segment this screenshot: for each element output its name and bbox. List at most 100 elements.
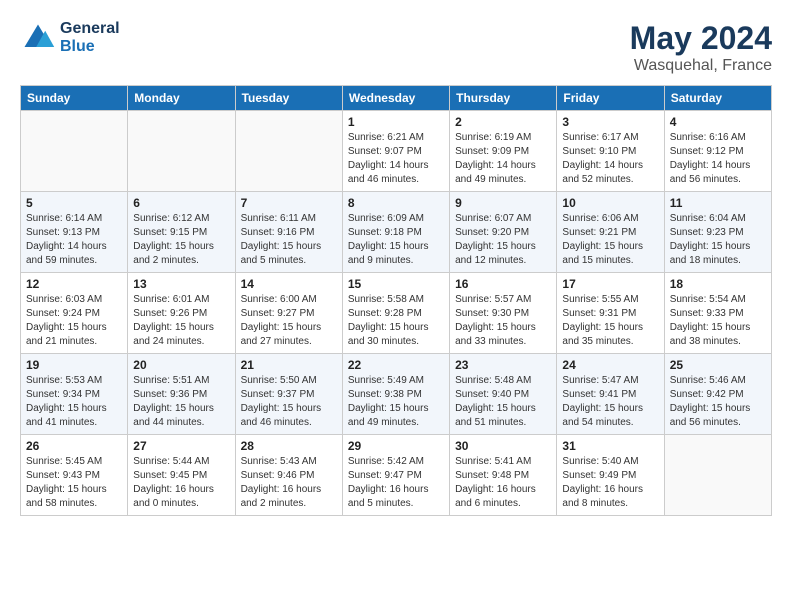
day-info: Sunrise: 6:11 AMSunset: 9:16 PMDaylight:… bbox=[241, 212, 337, 268]
day-number: 9 bbox=[455, 196, 551, 210]
calendar-cell: 23 Sunrise: 5:48 AMSunset: 9:40 PMDayligh… bbox=[450, 354, 557, 435]
day-number: 5 bbox=[26, 196, 122, 210]
day-number: 15 bbox=[348, 277, 444, 291]
day-info: Sunrise: 6:01 AMSunset: 9:26 PMDaylight:… bbox=[133, 293, 229, 349]
calendar-cell: 30 Sunrise: 5:41 AMSunset: 9:48 PMDayligh… bbox=[450, 435, 557, 516]
calendar-cell: 28 Sunrise: 5:43 AMSunset: 9:46 PMDayligh… bbox=[235, 435, 342, 516]
day-info: Sunrise: 5:51 AMSunset: 9:36 PMDaylight:… bbox=[133, 374, 229, 430]
calendar-cell: 10 Sunrise: 6:06 AMSunset: 9:21 PMDayligh… bbox=[557, 192, 664, 273]
calendar-table: SundayMondayTuesdayWednesdayThursdayFrid… bbox=[20, 85, 772, 516]
day-info: Sunrise: 5:45 AMSunset: 9:43 PMDaylight:… bbox=[26, 455, 122, 511]
day-info: Sunrise: 6:21 AMSunset: 9:07 PMDaylight:… bbox=[348, 131, 444, 187]
day-number: 3 bbox=[562, 115, 658, 129]
calendar-cell: 27Sunrise: 5:44 AMSunset: 9:45 PMDayligh… bbox=[128, 435, 235, 516]
calendar-cell: 25 Sunrise: 5:46 AMSunset: 9:42 PMDayligh… bbox=[664, 354, 771, 435]
day-info: Sunrise: 5:53 AMSunset: 9:34 PMDaylight:… bbox=[26, 374, 122, 430]
day-number: 10 bbox=[562, 196, 658, 210]
day-info: Sunrise: 6:19 AMSunset: 9:09 PMDaylight:… bbox=[455, 131, 551, 187]
weekday-header-row: SundayMondayTuesdayWednesdayThursdayFrid… bbox=[21, 86, 772, 111]
calendar-cell: 1Sunrise: 6:21 AMSunset: 9:07 PMDaylight… bbox=[342, 111, 449, 192]
calendar-cell: 9Sunrise: 6:07 AMSunset: 9:20 PMDaylight… bbox=[450, 192, 557, 273]
day-info: Sunrise: 5:55 AMSunset: 9:31 PMDaylight:… bbox=[562, 293, 658, 349]
calendar-cell: 6 Sunrise: 6:12 AMSunset: 9:15 PMDaylight… bbox=[128, 192, 235, 273]
day-number: 7 bbox=[241, 196, 337, 210]
calendar-cell: 19 Sunrise: 5:53 AMSunset: 9:34 PMDayligh… bbox=[21, 354, 128, 435]
calendar-cell: 12 Sunrise: 6:03 AMSunset: 9:24 PMDayligh… bbox=[21, 273, 128, 354]
calendar-cell: 20Sunrise: 5:51 AMSunset: 9:36 PMDayligh… bbox=[128, 354, 235, 435]
calendar-cell: 5 Sunrise: 6:14 AMSunset: 9:13 PMDaylight… bbox=[21, 192, 128, 273]
day-number: 28 bbox=[241, 439, 337, 453]
day-number: 23 bbox=[455, 358, 551, 372]
day-info: Sunrise: 6:16 AMSunset: 9:12 PMDaylight:… bbox=[670, 131, 766, 187]
day-number: 2 bbox=[455, 115, 551, 129]
day-info: Sunrise: 6:06 AMSunset: 9:21 PMDaylight:… bbox=[562, 212, 658, 268]
day-info: Sunrise: 6:04 AMSunset: 9:23 PMDaylight:… bbox=[670, 212, 766, 268]
calendar-cell: 29 Sunrise: 5:42 AMSunset: 9:47 PMDayligh… bbox=[342, 435, 449, 516]
calendar-cell: 31Sunrise: 5:40 AMSunset: 9:49 PMDayligh… bbox=[557, 435, 664, 516]
calendar-week-row: 26 Sunrise: 5:45 AMSunset: 9:43 PMDayligh… bbox=[21, 435, 772, 516]
day-number: 14 bbox=[241, 277, 337, 291]
logo-icon bbox=[20, 20, 56, 56]
day-info: Sunrise: 5:57 AMSunset: 9:30 PMDaylight:… bbox=[455, 293, 551, 349]
day-info: Sunrise: 6:14 AMSunset: 9:13 PMDaylight:… bbox=[26, 212, 122, 268]
day-info: Sunrise: 5:50 AMSunset: 9:37 PMDaylight:… bbox=[241, 374, 337, 430]
calendar-cell: 8 Sunrise: 6:09 AMSunset: 9:18 PMDaylight… bbox=[342, 192, 449, 273]
calendar-cell: 4 Sunrise: 6:16 AMSunset: 9:12 PMDaylight… bbox=[664, 111, 771, 192]
calendar-cell bbox=[21, 111, 128, 192]
month-title: May 2024 bbox=[630, 20, 772, 57]
day-info: Sunrise: 5:46 AMSunset: 9:42 PMDaylight:… bbox=[670, 374, 766, 430]
day-number: 8 bbox=[348, 196, 444, 210]
day-number: 22 bbox=[348, 358, 444, 372]
calendar-cell: 21 Sunrise: 5:50 AMSunset: 9:37 PMDayligh… bbox=[235, 354, 342, 435]
day-info: Sunrise: 6:12 AMSunset: 9:15 PMDaylight:… bbox=[133, 212, 229, 268]
day-number: 12 bbox=[26, 277, 122, 291]
weekday-header: Wednesday bbox=[342, 86, 449, 111]
day-number: 25 bbox=[670, 358, 766, 372]
day-number: 13 bbox=[133, 277, 229, 291]
day-info: Sunrise: 5:43 AMSunset: 9:46 PMDaylight:… bbox=[241, 455, 337, 511]
calendar-cell: 3 Sunrise: 6:17 AMSunset: 9:10 PMDaylight… bbox=[557, 111, 664, 192]
calendar-week-row: 1Sunrise: 6:21 AMSunset: 9:07 PMDaylight… bbox=[21, 111, 772, 192]
day-info: Sunrise: 5:47 AMSunset: 9:41 PMDaylight:… bbox=[562, 374, 658, 430]
day-info: Sunrise: 5:49 AMSunset: 9:38 PMDaylight:… bbox=[348, 374, 444, 430]
day-number: 11 bbox=[670, 196, 766, 210]
day-info: Sunrise: 6:09 AMSunset: 9:18 PMDaylight:… bbox=[348, 212, 444, 268]
calendar-week-row: 5 Sunrise: 6:14 AMSunset: 9:13 PMDaylight… bbox=[21, 192, 772, 273]
calendar-cell: 16Sunrise: 5:57 AMSunset: 9:30 PMDayligh… bbox=[450, 273, 557, 354]
day-info: Sunrise: 5:58 AMSunset: 9:28 PMDaylight:… bbox=[348, 293, 444, 349]
day-info: Sunrise: 5:41 AMSunset: 9:48 PMDaylight:… bbox=[455, 455, 551, 511]
page-header: General Blue May 2024 Wasquehal, France bbox=[20, 20, 772, 75]
weekday-header: Thursday bbox=[450, 86, 557, 111]
day-info: Sunrise: 5:48 AMSunset: 9:40 PMDaylight:… bbox=[455, 374, 551, 430]
day-info: Sunrise: 6:00 AMSunset: 9:27 PMDaylight:… bbox=[241, 293, 337, 349]
weekday-header: Sunday bbox=[21, 86, 128, 111]
day-number: 6 bbox=[133, 196, 229, 210]
day-number: 4 bbox=[670, 115, 766, 129]
logo: General Blue bbox=[20, 20, 120, 56]
calendar-cell: 22 Sunrise: 5:49 AMSunset: 9:38 PMDayligh… bbox=[342, 354, 449, 435]
weekday-header: Monday bbox=[128, 86, 235, 111]
title-block: May 2024 Wasquehal, France bbox=[630, 20, 772, 75]
calendar-cell bbox=[128, 111, 235, 192]
weekday-header: Saturday bbox=[664, 86, 771, 111]
day-number: 29 bbox=[348, 439, 444, 453]
day-info: Sunrise: 6:03 AMSunset: 9:24 PMDaylight:… bbox=[26, 293, 122, 349]
logo-text: General Blue bbox=[60, 20, 120, 56]
day-number: 26 bbox=[26, 439, 122, 453]
calendar-week-row: 12 Sunrise: 6:03 AMSunset: 9:24 PMDayligh… bbox=[21, 273, 772, 354]
calendar-cell: 17 Sunrise: 5:55 AMSunset: 9:31 PMDayligh… bbox=[557, 273, 664, 354]
day-number: 30 bbox=[455, 439, 551, 453]
day-info: Sunrise: 5:42 AMSunset: 9:47 PMDaylight:… bbox=[348, 455, 444, 511]
day-number: 21 bbox=[241, 358, 337, 372]
day-info: Sunrise: 5:54 AMSunset: 9:33 PMDaylight:… bbox=[670, 293, 766, 349]
day-number: 27 bbox=[133, 439, 229, 453]
weekday-header: Tuesday bbox=[235, 86, 342, 111]
calendar-cell: 18Sunrise: 5:54 AMSunset: 9:33 PMDayligh… bbox=[664, 273, 771, 354]
calendar-cell bbox=[235, 111, 342, 192]
calendar-cell: 11 Sunrise: 6:04 AMSunset: 9:23 PMDayligh… bbox=[664, 192, 771, 273]
day-number: 19 bbox=[26, 358, 122, 372]
day-info: Sunrise: 6:17 AMSunset: 9:10 PMDaylight:… bbox=[562, 131, 658, 187]
calendar-cell: 13 Sunrise: 6:01 AMSunset: 9:26 PMDayligh… bbox=[128, 273, 235, 354]
day-number: 31 bbox=[562, 439, 658, 453]
day-number: 17 bbox=[562, 277, 658, 291]
